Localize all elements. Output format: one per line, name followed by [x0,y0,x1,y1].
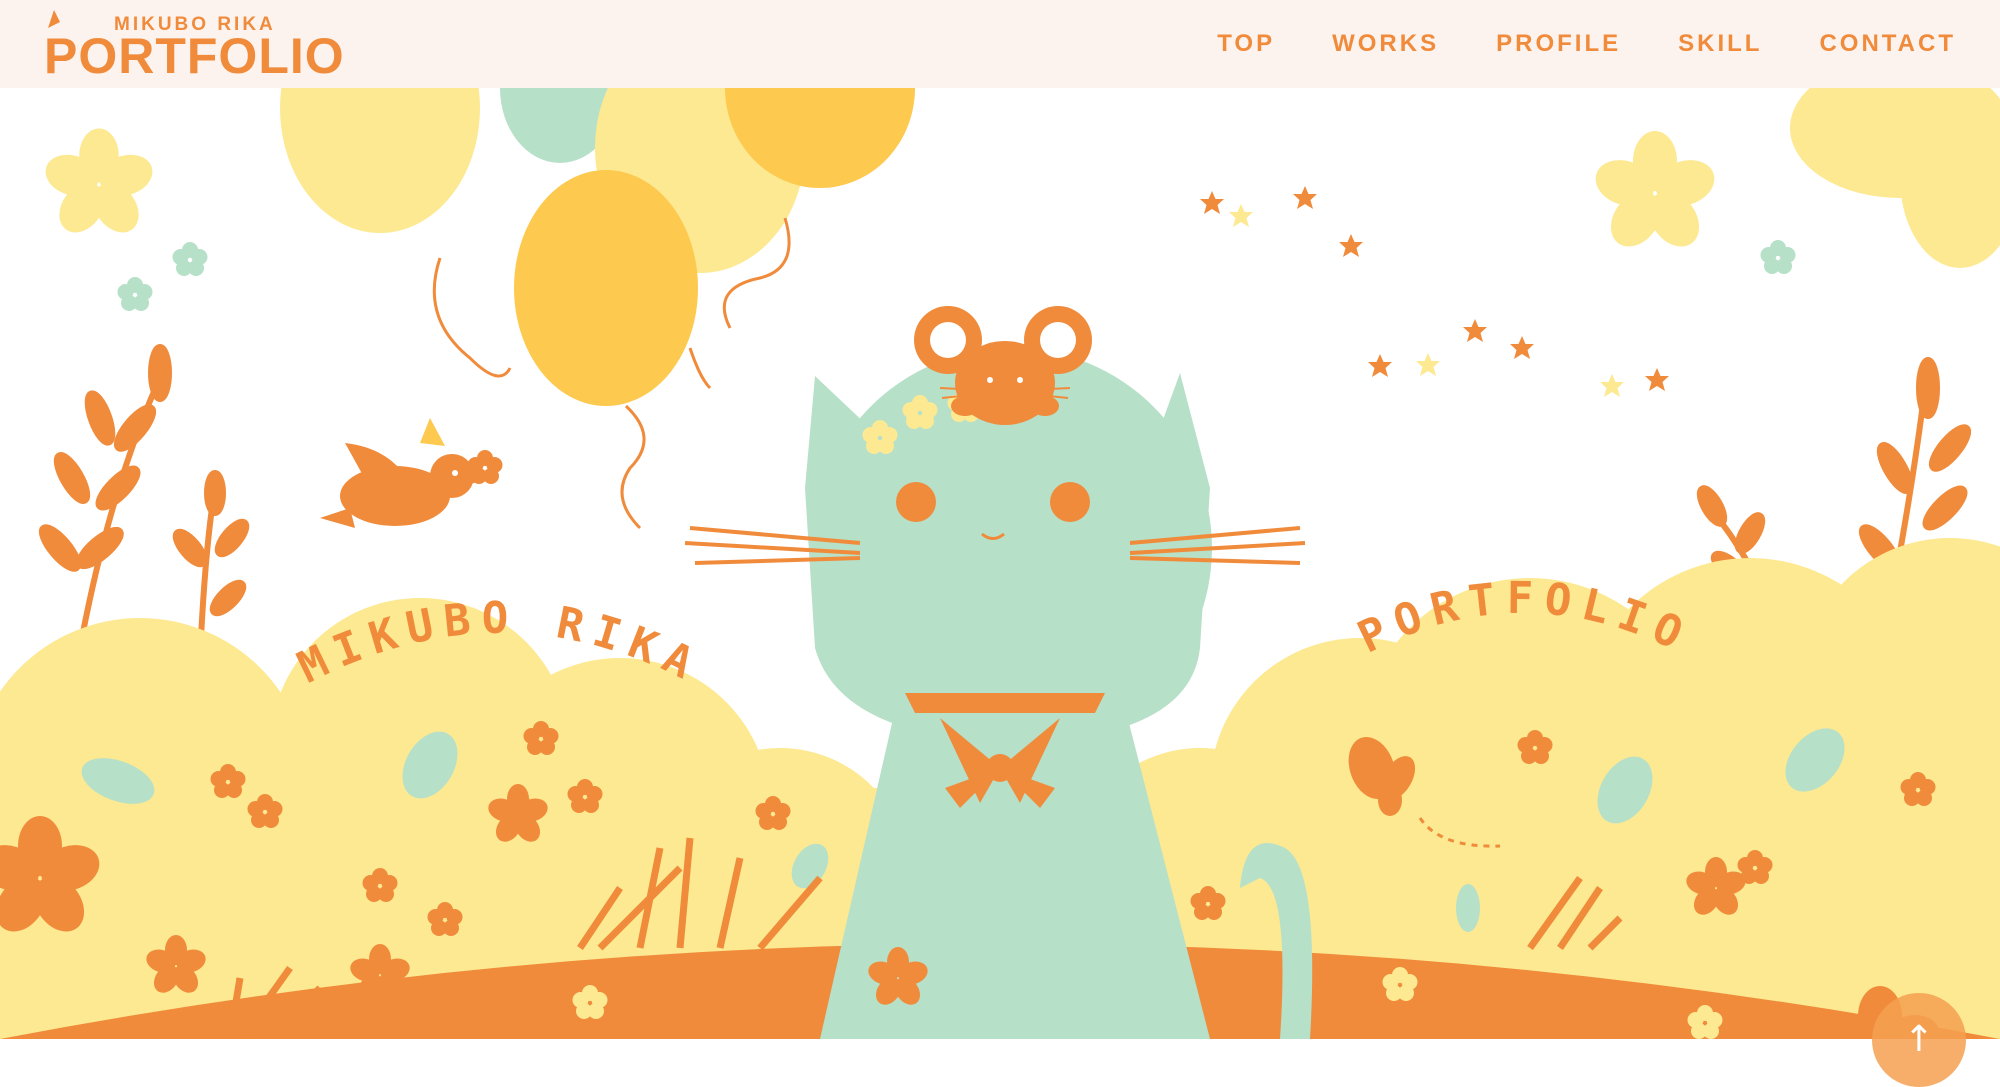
logo-title: PORTFOLIO [44,28,345,84]
hero-illustration: MIKUBO RIKA PORTFOLIO [0,88,2000,1039]
stars [1200,186,1669,391]
nav-profile[interactable]: PROFILE [1496,26,1621,62]
scroll-to-top-button[interactable]: ↑ [1872,993,1966,1087]
bird [320,418,485,528]
site-header: MIKUBO RIKA PORTFOLIO TOP WORKS PROFILE … [0,0,2000,88]
site-logo[interactable]: MIKUBO RIKA PORTFOLIO [44,6,344,84]
nav-contact[interactable]: CONTACT [1819,26,1956,62]
cat-ear-icon [48,10,60,28]
nav-skill[interactable]: SKILL [1678,26,1762,62]
main-nav: TOP WORKS PROFILE SKILL CONTACT [1160,26,1956,62]
plants-left [38,344,250,659]
hero-section: MIKUBO RIKA PORTFOLIO ↑ [0,88,2000,1087]
nav-works[interactable]: WORKS [1332,26,1439,62]
flower-decor-left [40,128,158,242]
nav-top[interactable]: TOP [1217,26,1275,62]
